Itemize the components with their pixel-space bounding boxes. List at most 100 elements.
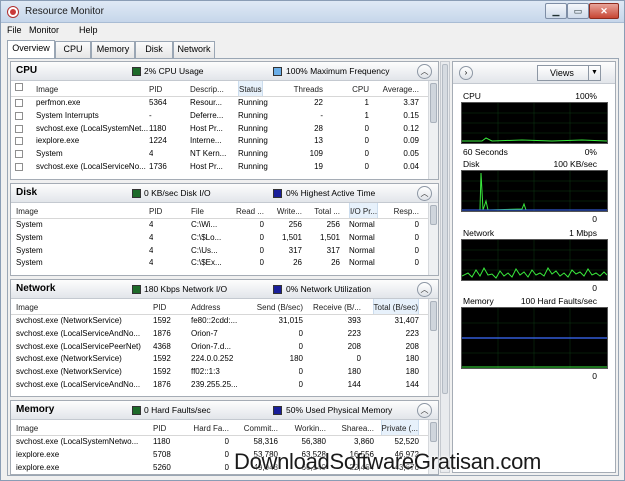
column-header[interactable]: Write... — [277, 207, 302, 216]
collapse-chevron-icon[interactable]: ︿ — [417, 64, 432, 79]
network-stat-primary: 180 Kbps Network I/O — [144, 284, 228, 294]
row-checkbox[interactable] — [15, 150, 23, 159]
disk-section-header[interactable]: Disk 0 KB/sec Disk I/O 0% Highest Active T… — [11, 184, 438, 203]
table-cell: Normal — [349, 220, 375, 229]
left-panel-scrollbar[interactable] — [440, 61, 450, 473]
table-cell: 28 — [314, 123, 323, 133]
column-header[interactable]: I/O Pr... — [349, 203, 379, 218]
table-row[interactable]: perfmon.exe 5364 Resour... Running 22 1 3.37 — [11, 97, 428, 110]
table-row[interactable]: svchost.exe (NetworkService) 1592 224.0.0.… — [11, 353, 428, 366]
table-row[interactable]: svchost.exe (LocalServiceAndNo... 1876 239… — [11, 379, 428, 392]
column-header[interactable]: Private (... — [380, 420, 419, 435]
table-cell: 223 — [405, 328, 419, 338]
column-header[interactable]: Send (B/sec) — [257, 303, 303, 312]
expand-arrow-icon[interactable]: › — [459, 66, 473, 80]
column-header[interactable]: File — [191, 207, 204, 216]
table-cell: Running — [238, 161, 268, 171]
tab-overview[interactable]: Overview — [7, 40, 55, 58]
table-cell: 4 — [149, 149, 154, 159]
chevron-down-icon[interactable]: ▼ — [588, 66, 600, 80]
table-cell: perfmon.exe — [36, 98, 81, 107]
disk-scrollbar[interactable] — [428, 203, 438, 275]
table-row[interactable]: svchost.exe (LocalSystemNet... 1180 Host P… — [11, 123, 428, 136]
table-row[interactable]: System Interrupts - Deferre... Running - 1 0.1… — [11, 110, 428, 123]
maximize-button[interactable]: ▭ — [567, 3, 589, 19]
table-row[interactable]: System 4 C:\$Ex... 0 26 26 Normal 0 — [11, 257, 428, 270]
tab-memory[interactable]: Memory — [91, 41, 135, 58]
table-row[interactable]: System 4 C:\$Lo... 0 1,501 1,501 Normal 0 — [11, 232, 428, 245]
scrollbar-thumb[interactable] — [430, 422, 437, 442]
tab-disk[interactable]: Disk — [135, 41, 173, 58]
row-checkbox[interactable] — [15, 162, 23, 171]
column-header[interactable]: CPU — [352, 85, 369, 94]
table-cell: svchost.exe (LocalServiceNo... — [36, 161, 146, 171]
column-header[interactable]: Image — [36, 85, 58, 94]
row-checkbox[interactable] — [15, 111, 23, 120]
collapse-chevron-icon[interactable]: ︿ — [417, 186, 432, 201]
disk-section: Disk 0 KB/sec Disk I/O 0% Highest Active T… — [10, 183, 439, 276]
memory-graph-max: 100 Hard Faults/sec — [520, 296, 597, 306]
column-header[interactable]: Image — [16, 424, 38, 433]
views-dropdown[interactable]: Views ▼ — [537, 65, 601, 81]
table-row[interactable]: svchost.exe (NetworkService) 1592 fe80::2c… — [11, 315, 428, 328]
column-header[interactable]: Total ... — [314, 207, 340, 216]
table-row[interactable]: iexplore.exe 1224 Interne... Running 13 0 0.09 — [11, 135, 428, 148]
column-header[interactable]: Read ... — [236, 207, 264, 216]
network-section-header[interactable]: Network 180 Kbps Network I/O 0% Network Ut… — [11, 280, 438, 299]
close-button[interactable]: ✕ — [589, 3, 619, 19]
column-header[interactable]: Status — [238, 81, 263, 96]
column-header[interactable]: Address — [191, 303, 220, 312]
column-header[interactable]: Receive (B/... — [313, 303, 361, 312]
menu-monitor[interactable]: Monitor — [29, 25, 59, 35]
tab-cpu[interactable]: CPU — [55, 41, 91, 58]
table-cell: 1876 — [153, 328, 171, 338]
memory-section-header[interactable]: Memory 0 Hard Faults/sec 50% Used Physical… — [11, 401, 438, 420]
collapse-chevron-icon[interactable]: ︿ — [417, 282, 432, 297]
cpu-graph-time: 60 Seconds — [463, 147, 508, 157]
table-cell: 144 — [405, 379, 419, 389]
column-header[interactable]: Total (B/sec) — [372, 299, 419, 314]
column-header[interactable]: Workin... — [295, 424, 326, 433]
cpu-section-header[interactable]: CPU 2% CPU Usage 100% Maximum Frequency ︿ — [11, 62, 438, 81]
disk-graph-plot — [462, 171, 607, 211]
column-header[interactable]: PID — [149, 207, 162, 216]
column-header[interactable]: Average... — [383, 85, 419, 94]
minimize-button[interactable]: ▁ — [545, 3, 567, 19]
column-header[interactable]: Hard Fa... — [193, 424, 229, 433]
column-header[interactable]: Image — [16, 207, 38, 216]
table-row[interactable]: svchost.exe (LocalServicePeerNet) 4368 Ori… — [11, 341, 428, 354]
table-cell: 0 — [364, 149, 369, 159]
scrollbar-thumb[interactable] — [430, 83, 437, 123]
select-all-checkbox[interactable] — [15, 83, 23, 91]
table-row[interactable]: svchost.exe (LocalSystemNetwo... 1180 0 58,… — [11, 436, 428, 449]
column-header[interactable]: Commit... — [244, 424, 278, 433]
column-header[interactable]: Sharea... — [342, 424, 374, 433]
cpu-scrollbar[interactable] — [428, 81, 438, 179]
tab-network[interactable]: Network — [173, 41, 215, 58]
column-header[interactable]: PID — [149, 85, 162, 94]
row-checkbox[interactable] — [15, 137, 23, 146]
table-row[interactable]: System 4 NT Kern... Running 109 0 0.05 — [11, 148, 428, 161]
menu-file[interactable]: File — [7, 25, 22, 35]
table-row[interactable]: svchost.exe (NetworkService) 1592 ff02::1:… — [11, 366, 428, 379]
scrollbar-thumb[interactable] — [430, 205, 437, 225]
column-header[interactable]: Resp... — [394, 207, 419, 216]
network-scrollbar[interactable] — [428, 299, 438, 396]
table-row[interactable]: svchost.exe (LocalServiceNo... 1736 Host P… — [11, 161, 428, 174]
table-cell: 180 — [289, 354, 303, 364]
scrollbar-thumb[interactable] — [430, 301, 437, 331]
column-header[interactable]: Descrip... — [190, 85, 224, 94]
collapse-chevron-icon[interactable]: ︿ — [417, 403, 432, 418]
column-header[interactable]: PID — [153, 424, 166, 433]
row-checkbox[interactable] — [15, 99, 23, 107]
menu-help[interactable]: Help — [79, 25, 98, 35]
column-header[interactable]: Threads — [294, 85, 323, 94]
table-row[interactable]: System 4 C:\Us... 0 317 317 Normal 0 — [11, 245, 428, 258]
column-header[interactable]: Image — [16, 303, 38, 312]
scrollbar-thumb[interactable] — [442, 64, 448, 394]
table-cell: Normal — [349, 245, 375, 255]
table-row[interactable]: svchost.exe (LocalServiceAndNo... 1876 Ori… — [11, 328, 428, 341]
row-checkbox[interactable] — [15, 124, 23, 133]
table-row[interactable]: System 4 C:\Wi... 0 256 256 Normal 0 — [11, 219, 428, 232]
column-header[interactable]: PID — [153, 303, 166, 312]
